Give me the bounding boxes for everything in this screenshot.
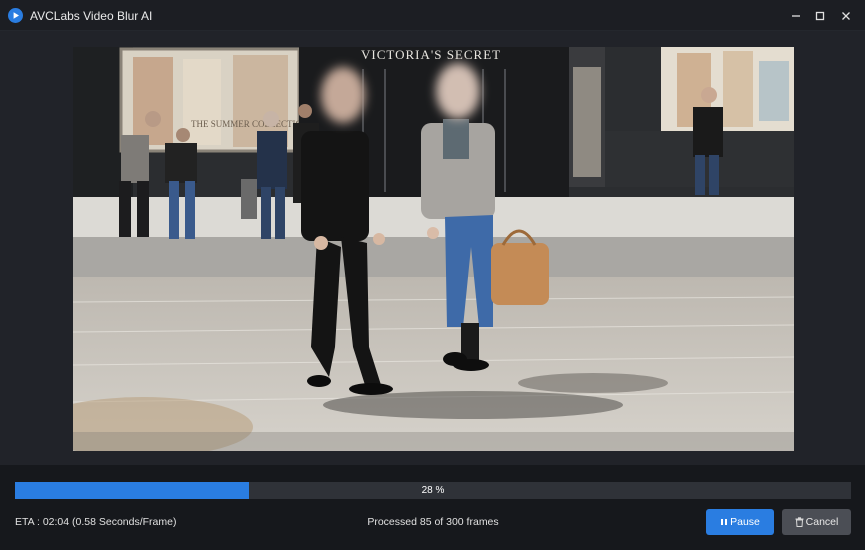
preview-area: THE SUMMER COLLECTION VICTORIA'S SECRET: [0, 31, 865, 465]
pause-label: Pause: [730, 516, 760, 529]
close-icon: [842, 12, 850, 20]
window-title: AVCLabs Video Blur AI: [30, 9, 153, 23]
cancel-label: Cancel: [805, 516, 839, 529]
pause-button[interactable]: Pause: [706, 509, 774, 535]
minimize-button[interactable]: [786, 6, 806, 26]
cancel-button[interactable]: Cancel: [782, 509, 851, 535]
frames-processed: Processed 85 of 300 frames: [367, 516, 499, 528]
storefront-sign: VICTORIA'S SECRET: [361, 47, 501, 62]
progress-panel: 28 % ETA : 02:04 (0.58 Seconds/Frame) Pr…: [0, 465, 865, 550]
title-bar: AVCLabs Video Blur AI: [0, 0, 865, 31]
maximize-icon: [815, 11, 825, 21]
app-logo-icon: [8, 8, 23, 23]
minimize-icon: [792, 15, 800, 17]
progress-bar: 28 %: [15, 482, 851, 499]
poster-text: THE SUMMER COLLECTION: [191, 119, 309, 129]
close-button[interactable]: [836, 6, 856, 26]
video-preview: THE SUMMER COLLECTION VICTORIA'S SECRET: [73, 47, 794, 451]
trash-icon: [795, 517, 804, 528]
maximize-button[interactable]: [810, 6, 830, 26]
progress-percent: 28 %: [421, 485, 445, 496]
pause-icon: [720, 518, 728, 526]
eta-text: ETA : 02:04 (0.58 Seconds/Frame): [15, 516, 177, 528]
